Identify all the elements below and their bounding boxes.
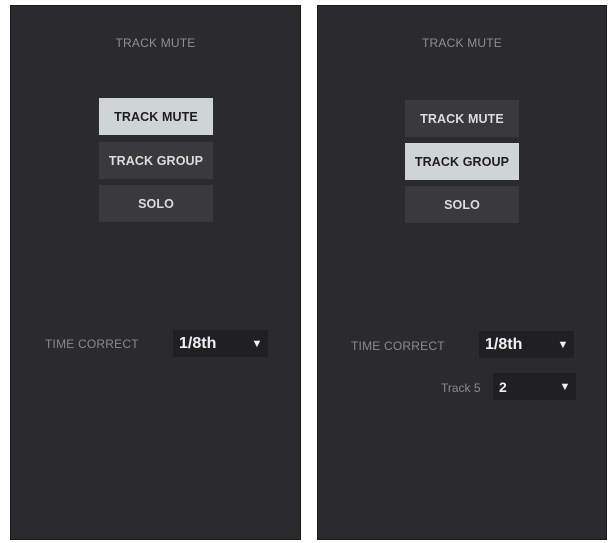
track-mute-button[interactable]: TRACK MUTE: [99, 98, 213, 135]
solo-button[interactable]: SOLO: [99, 185, 213, 222]
panel-title: TRACK MUTE: [115, 36, 196, 50]
track-mute-panel-left: TRACK MUTE TRACK MUTE TRACK GROUP SOLO T…: [10, 5, 301, 540]
time-correct-dropdown[interactable]: 1/8th ▼: [173, 330, 268, 357]
solo-button[interactable]: SOLO: [405, 186, 519, 223]
time-correct-value: 1/8th: [485, 335, 523, 353]
chevron-down-icon: ▼: [559, 380, 571, 393]
track-group-button[interactable]: TRACK GROUP: [99, 142, 213, 179]
time-correct-dropdown[interactable]: 1/8th ▼: [479, 331, 574, 358]
panel-title: TRACK MUTE: [422, 36, 502, 50]
chevron-down-icon: ▼: [251, 337, 263, 350]
track-label: Track 5: [441, 381, 481, 395]
track-group-dropdown[interactable]: 2 ▼: [493, 373, 576, 400]
chevron-down-icon: ▼: [557, 338, 569, 351]
track-group-value: 2: [499, 378, 507, 395]
track-mute-panel-right: TRACK MUTE TRACK MUTE TRACK GROUP SOLO T…: [317, 5, 607, 540]
time-correct-value: 1/8th: [179, 334, 217, 352]
track-mute-button[interactable]: TRACK MUTE: [405, 100, 519, 137]
time-correct-label: TIME CORRECT: [45, 337, 139, 351]
track-group-button[interactable]: TRACK GROUP: [405, 143, 519, 180]
time-correct-label: TIME CORRECT: [351, 339, 445, 353]
